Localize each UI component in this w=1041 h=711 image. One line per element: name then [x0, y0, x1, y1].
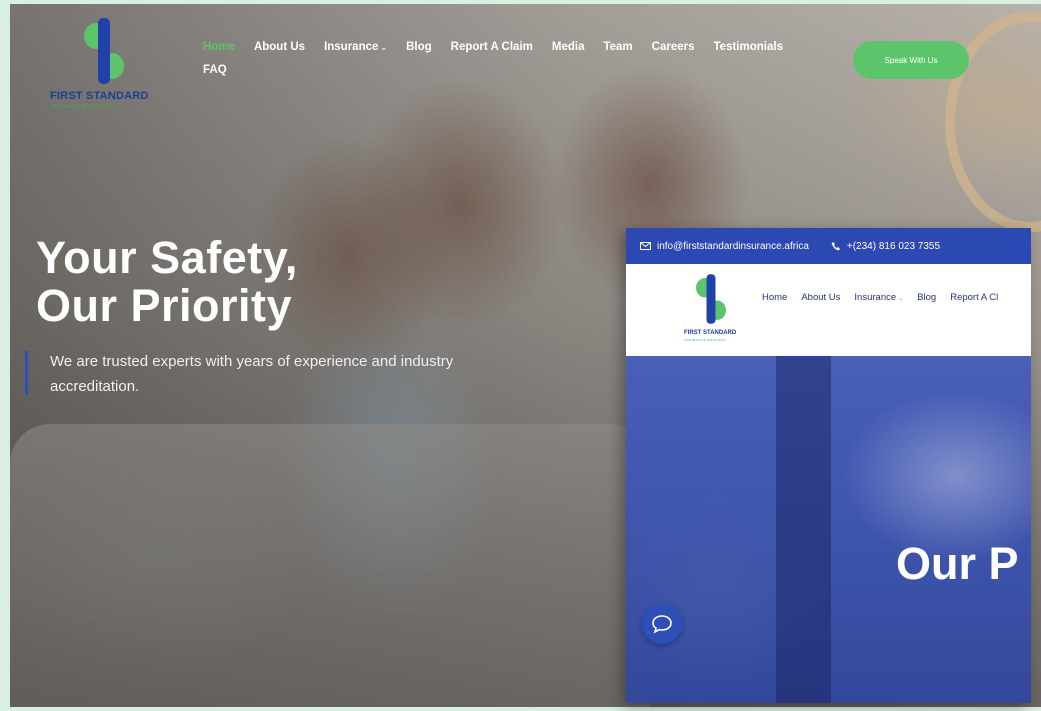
logo-mark-icon [84, 18, 124, 84]
chat-button[interactable] [642, 604, 682, 644]
inset-nav: Home About Us Insurance ⌄ Blog Report A C… [762, 292, 1012, 303]
inset-phone-link[interactable]: +(234) 816 023 7355 [831, 241, 940, 252]
hero-title: Your Safety, Our Priority [36, 234, 298, 330]
inset-hero [626, 356, 1031, 703]
nav-item-team[interactable]: Team [603, 41, 632, 53]
mail-icon [640, 242, 651, 250]
nav-item-blog[interactable]: Blog [406, 41, 432, 53]
inset-hero-title: Our P [896, 538, 1019, 589]
nav-item-insurance[interactable]: Insurance ⌄ [324, 41, 387, 53]
nav-item-about-us[interactable]: About Us [254, 41, 305, 53]
chevron-down-icon: ⌄ [380, 43, 388, 52]
nav-item-insurance-label: Insurance [324, 41, 379, 53]
main-nav: Home About Us Insurance ⌄ Blog Report A C… [203, 41, 843, 76]
inset-header: FIRST STANDARD INSURANCE BROKERS Home Ab… [626, 264, 1031, 356]
inset-logo-tagline: INSURANCE BROKERS [684, 338, 726, 342]
phone-icon [831, 242, 840, 251]
inset-email-link[interactable]: info@firststandardinsurance.africa [640, 241, 809, 252]
inset-nav-item-home[interactable]: Home [762, 292, 787, 303]
nav-item-home[interactable]: Home [203, 41, 235, 53]
inset-nav-item-about-us[interactable]: About Us [801, 292, 840, 303]
nav-item-media[interactable]: Media [552, 41, 585, 53]
site-logo[interactable]: FIRST STANDARD INSURANCE BROKERS [50, 16, 160, 116]
logo-tagline: INSURANCE BROKERS [52, 104, 118, 110]
speak-with-us-button[interactable]: Speak With Us [853, 41, 969, 79]
hero-title-line-2: Our Priority [36, 280, 293, 331]
hero-title-line-1: Your Safety, [36, 232, 298, 283]
nav-item-careers[interactable]: Careers [652, 41, 695, 53]
inset-logo-mark-icon [696, 274, 726, 324]
inset-topbar: info@firststandardinsurance.africa +(234… [626, 228, 1031, 264]
inset-logo-name: FIRST STANDARD [684, 330, 737, 336]
hero-photo-sofa [10, 424, 650, 707]
inset-nav-item-insurance-label: Insurance [854, 292, 897, 303]
nav-item-report-a-claim[interactable]: Report A Claim [451, 41, 533, 53]
chevron-down-icon: ⌄ [898, 296, 904, 302]
hero-description: We are trusted experts with years of exp… [50, 353, 454, 395]
inset-email-text: info@firststandardinsurance.africa [657, 240, 809, 252]
inset-nav-item-report-a-claim[interactable]: Report A Cl [950, 292, 998, 303]
nav-item-testimonials[interactable]: Testimonials [714, 41, 783, 53]
inset-phone-text: +(234) 816 023 7355 [846, 240, 941, 252]
inset-logo[interactable]: FIRST STANDARD INSURANCE BROKERS [684, 272, 746, 352]
logo-name: FIRST STANDARD [50, 90, 149, 102]
chat-bubble-icon [652, 615, 672, 634]
inset-nav-item-insurance[interactable]: Insurance ⌄ [854, 292, 903, 303]
inset-screenshot: info@firststandardinsurance.africa +(234… [626, 228, 1031, 703]
inset-nav-item-blog[interactable]: Blog [917, 292, 936, 303]
nav-item-faq[interactable]: FAQ [203, 64, 227, 76]
hero-accent-bar [25, 351, 28, 395]
